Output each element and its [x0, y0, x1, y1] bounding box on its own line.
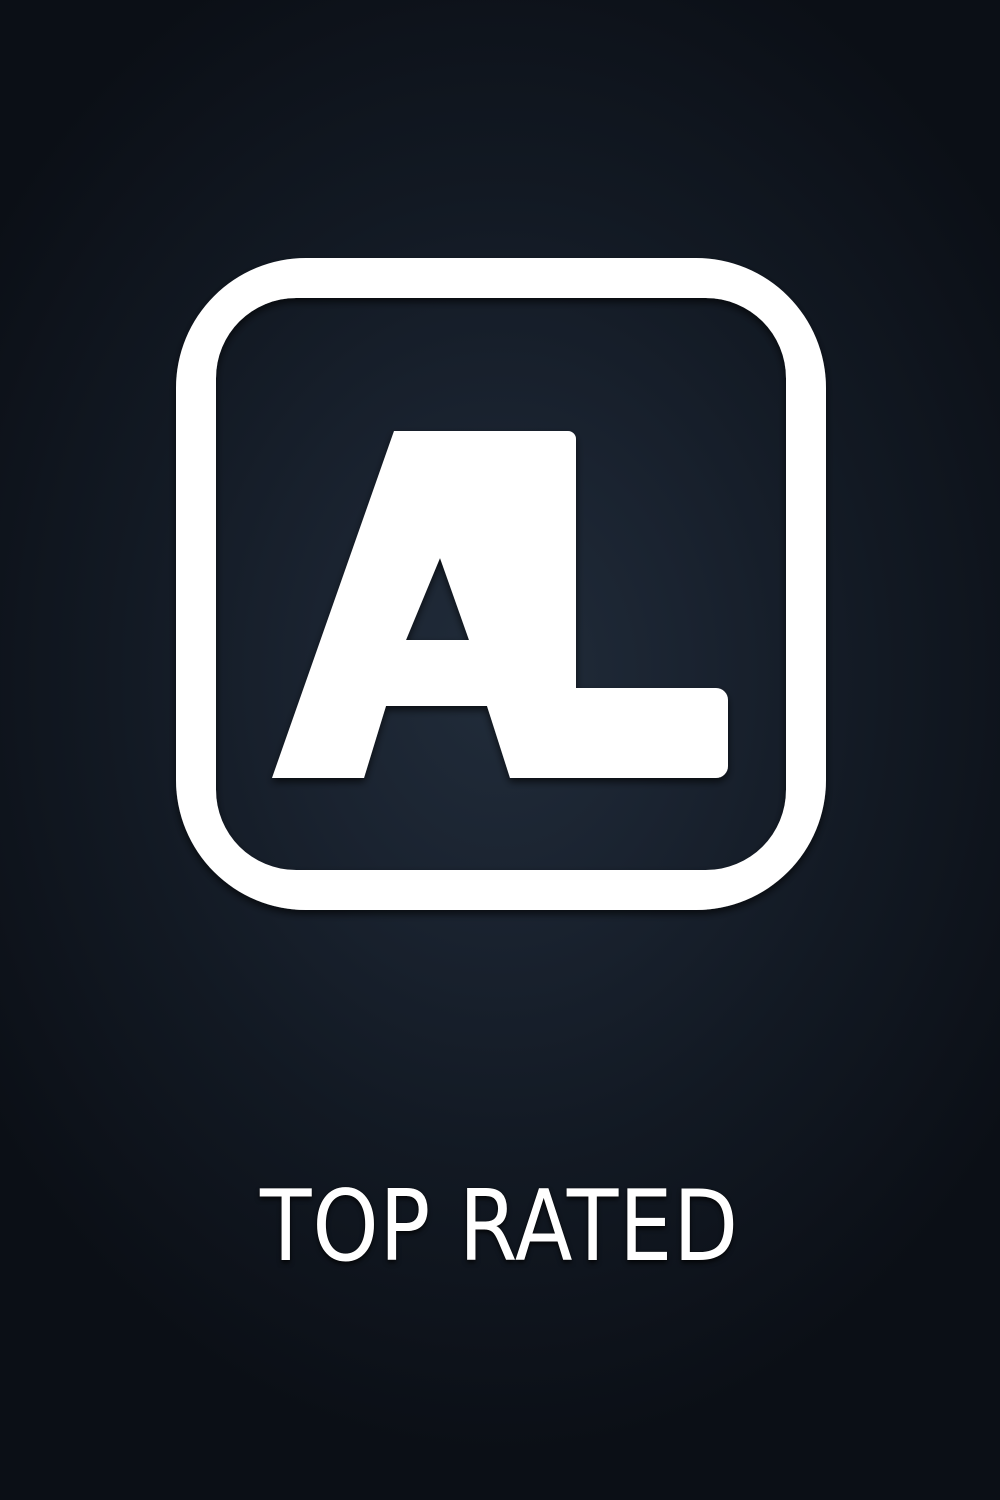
al-monogram	[272, 431, 728, 778]
caption-text: TOP RATED	[260, 1170, 740, 1284]
al-logo-icon	[176, 258, 826, 910]
caption-title: TOP RATED	[0, 1172, 1000, 1282]
poster: TOP RATED	[0, 0, 1000, 1500]
